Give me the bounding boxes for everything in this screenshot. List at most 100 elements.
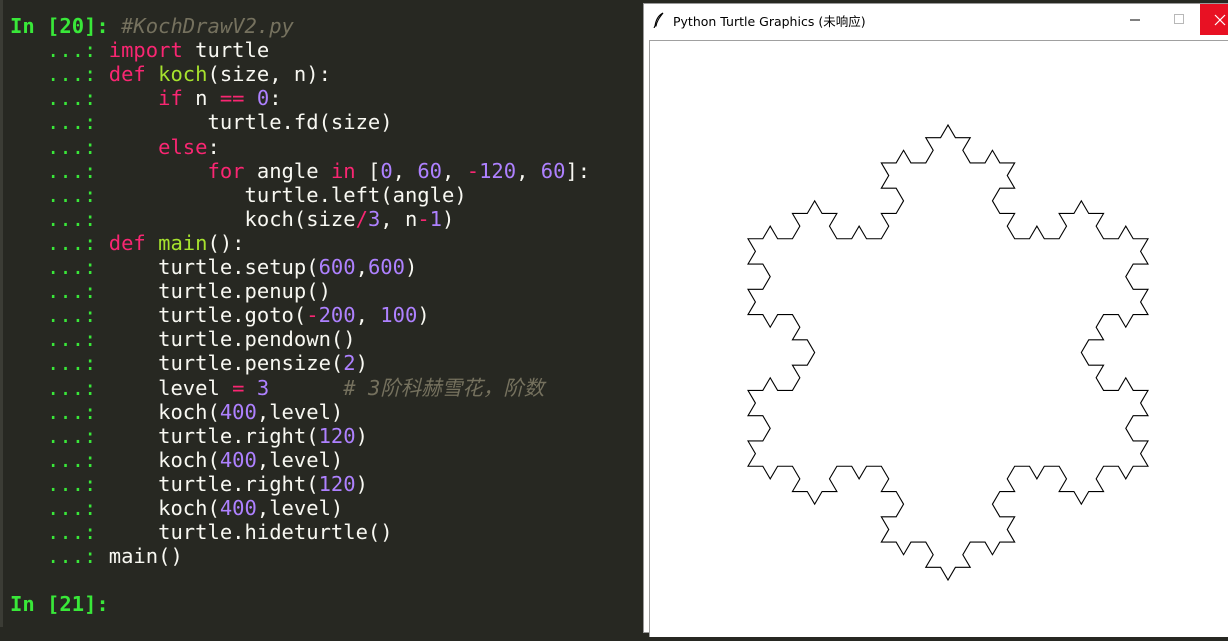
code-token: 60 [540,158,566,183]
prompt-text: ...: [10,471,109,496]
prompt-text: ...: [10,279,109,304]
code-line: ...: turtle.right(120) [10,472,368,496]
code-token: : [207,134,220,159]
prompt-text: ...: [10,544,109,569]
code-token: 1 [429,206,442,231]
code-token: 400 [219,447,257,472]
prompt-text: ...: [10,496,109,520]
code-token: ,level) [256,447,344,472]
code-line: ...: koch(size/3, n-1) [10,207,454,231]
code-token: # 3阶科赫雪花，阶数 [343,375,545,400]
code-token: ) [355,351,368,376]
code-token: ,level) [256,399,344,424]
code-token: , [355,255,368,279]
code-line: In [21]: [10,592,121,616]
code-token: else [158,134,208,159]
code-line: ...: koch(400,level) [10,496,343,520]
ipython-terminal[interactable]: In [20]: #KochDrawV2.py ...: import turt… [0,0,643,627]
code-token: [ [355,158,381,183]
code-token: n [182,86,220,111]
code-token: turtle.left(angle) [108,182,467,207]
code-line: ...: turtle.left(angle) [10,183,467,207]
code-token: (): [207,230,245,255]
prompt-text: ...: [10,303,109,328]
code-token: import [108,38,183,63]
prompt-text: ...: [10,255,109,279]
code-token: if [158,86,183,111]
code-token: in [330,158,356,183]
prompt-text: 20 [59,14,85,38]
code-line: ...: for angle in [0, 60, -120, 60]: [10,159,590,183]
code-token: 3 [256,375,270,400]
code-token: koch(size [108,206,356,231]
close-button[interactable] [1200,4,1228,35]
turtle-canvas[interactable] [649,40,1228,637]
feather-icon [653,12,664,28]
prompt-text: ]: [84,14,122,38]
code-line: ...: turtle.pensize(2) [10,351,368,375]
code-token: - [306,303,319,328]
minimize-icon [1130,19,1140,21]
prompt-text: ...: [10,158,109,183]
code-token: level [108,375,233,400]
code-token: ) [417,303,430,328]
prompt-text: ...: [10,327,109,352]
code-line: ...: import turtle [10,38,269,62]
code-token: turtle.pendown() [108,327,356,352]
prompt-text: ...: [10,38,109,63]
code-token: for [207,158,245,183]
code-line: ...: turtle.hideturtle() [10,520,393,544]
code-token: 200 [318,303,356,328]
code-token: 2 [343,351,356,376]
code-token: , n [380,206,418,231]
code-token: koch( [108,399,220,424]
code-token: turtle.setup( [108,255,319,279]
code-token: turtle.pensize( [108,351,344,376]
minimize-button[interactable] [1112,4,1157,35]
code-token: def [108,62,146,87]
code-token: ) [404,255,418,279]
prompt-text: ...: [10,423,109,448]
prompt-text: ...: [10,206,109,231]
code-token: koch [158,62,208,87]
code-token: 120 [318,423,356,448]
code-token: main() [108,544,183,569]
code-token: / [355,206,368,231]
code-line: ...: main() [10,544,183,568]
code-token: ) [355,471,368,496]
code-token: 3 [367,206,381,231]
code-token: 0 [380,158,393,183]
code-token: , [355,303,381,328]
code-line: ...: def main(): [10,231,245,255]
prompt-text: ]: [84,592,122,617]
prompt-text: ...: [10,351,109,376]
prompt-text: ...: [10,399,109,424]
code-line: ...: turtle.right(120) [10,424,368,448]
code-token: 0 [256,86,270,111]
code-token: - [466,158,480,183]
window-title: Python Turtle Graphics (未响应) [673,14,866,29]
code-token: 120 [318,471,356,496]
koch-snowflake-path [747,123,1149,582]
code-line: ...: turtle.setup(600,600) [10,255,417,279]
maximize-icon [1174,14,1184,24]
window-titlebar[interactable]: Python Turtle Graphics (未响应) [644,4,1228,35]
code-token: turtle [182,38,270,63]
code-line: ...: turtle.penup() [10,279,331,303]
code-token: 600 [318,255,356,279]
code-token: == [219,86,245,111]
code-token: turtle.right( [108,471,319,496]
code-token: koch( [108,496,220,520]
turtle-graphics-window[interactable]: Python Turtle Graphics (未响应) [643,3,1228,637]
maximize-button[interactable] [1157,4,1202,35]
code-token: turtle.goto( [108,303,307,328]
code-token: #KochDrawV2.py [121,14,294,38]
prompt-text: ...: [10,134,109,159]
